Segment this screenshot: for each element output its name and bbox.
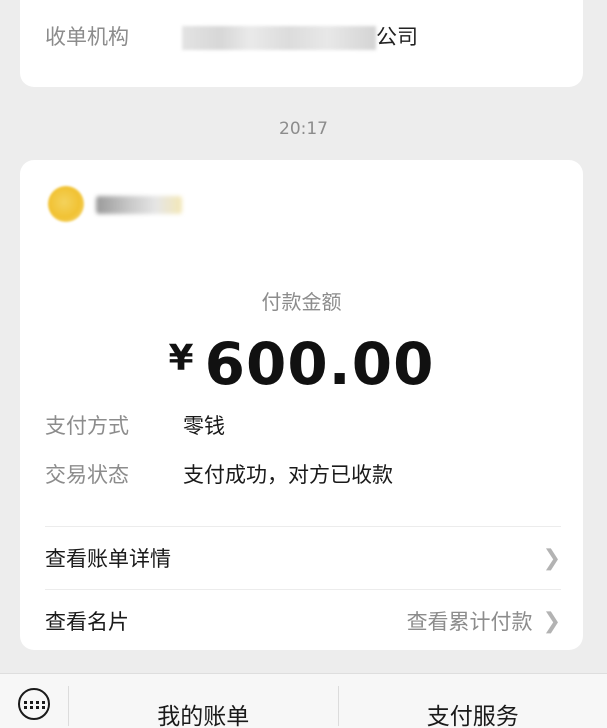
payment-amount: ¥600.00 [20, 330, 583, 398]
transaction-status-row: 交易状态 支付成功，对方已收款 [45, 459, 393, 489]
transaction-status-label: 交易状态 [45, 463, 129, 487]
divider [45, 526, 561, 527]
divider [45, 589, 561, 590]
chevron-right-icon: ❯ [542, 608, 561, 634]
receipt-info-card: 收单机构 公司 [20, 0, 583, 87]
institution-row: 收单机构 公司 [45, 20, 418, 52]
keyboard-toggle-button[interactable] [0, 674, 68, 728]
institution-value: 公司 [182, 21, 418, 51]
payment-method-value: 零钱 [183, 414, 225, 438]
menu-my-bill[interactable]: 我的账单 [69, 674, 338, 728]
merchant-avatar [48, 186, 84, 222]
payment-method-row: 支付方式 零钱 [45, 410, 225, 440]
amount-label: 付款金额 [261, 290, 342, 314]
view-bill-detail-label: 查看账单详情 [45, 547, 171, 571]
view-cumulative-payment-link[interactable]: 查看累计付款 ❯ [407, 606, 561, 636]
payment-card[interactable]: 付款金额 ¥600.00 支付方式 零钱 交易状态 支付成功，对方已收款 查看账… [20, 160, 583, 650]
amount-value: 600.00 [204, 330, 435, 398]
payment-method-label: 支付方式 [45, 414, 129, 438]
view-bill-detail-link[interactable]: 查看账单详情 ❯ [45, 533, 561, 583]
view-business-card-link[interactable]: 查看名片 查看累计付款 ❯ [45, 596, 561, 646]
message-timestamp: 20:17 [279, 119, 328, 139]
view-cumulative-payment-label: 查看累计付款 [406, 610, 533, 634]
redacted-institution-name [182, 26, 376, 50]
redacted-merchant-name [96, 196, 182, 214]
view-business-card-label: 查看名片 [45, 610, 129, 634]
institution-label: 收单机构 [45, 25, 129, 49]
chevron-right-icon: ❯ [542, 545, 561, 571]
bottom-menu-bar: 我的账单 支付服务 [0, 673, 607, 728]
transaction-status-value: 支付成功，对方已收款 [183, 463, 393, 487]
currency-symbol: ¥ [168, 338, 195, 379]
institution-value-tail: 公司 [376, 25, 418, 49]
payment-receipt-screen: 收单机构 公司 20:17 付款金额 ¥600.00 支付方式 零钱 交易状态 … [0, 0, 607, 728]
keyboard-icon [18, 688, 50, 720]
menu-pay-service[interactable]: 支付服务 [339, 674, 607, 728]
